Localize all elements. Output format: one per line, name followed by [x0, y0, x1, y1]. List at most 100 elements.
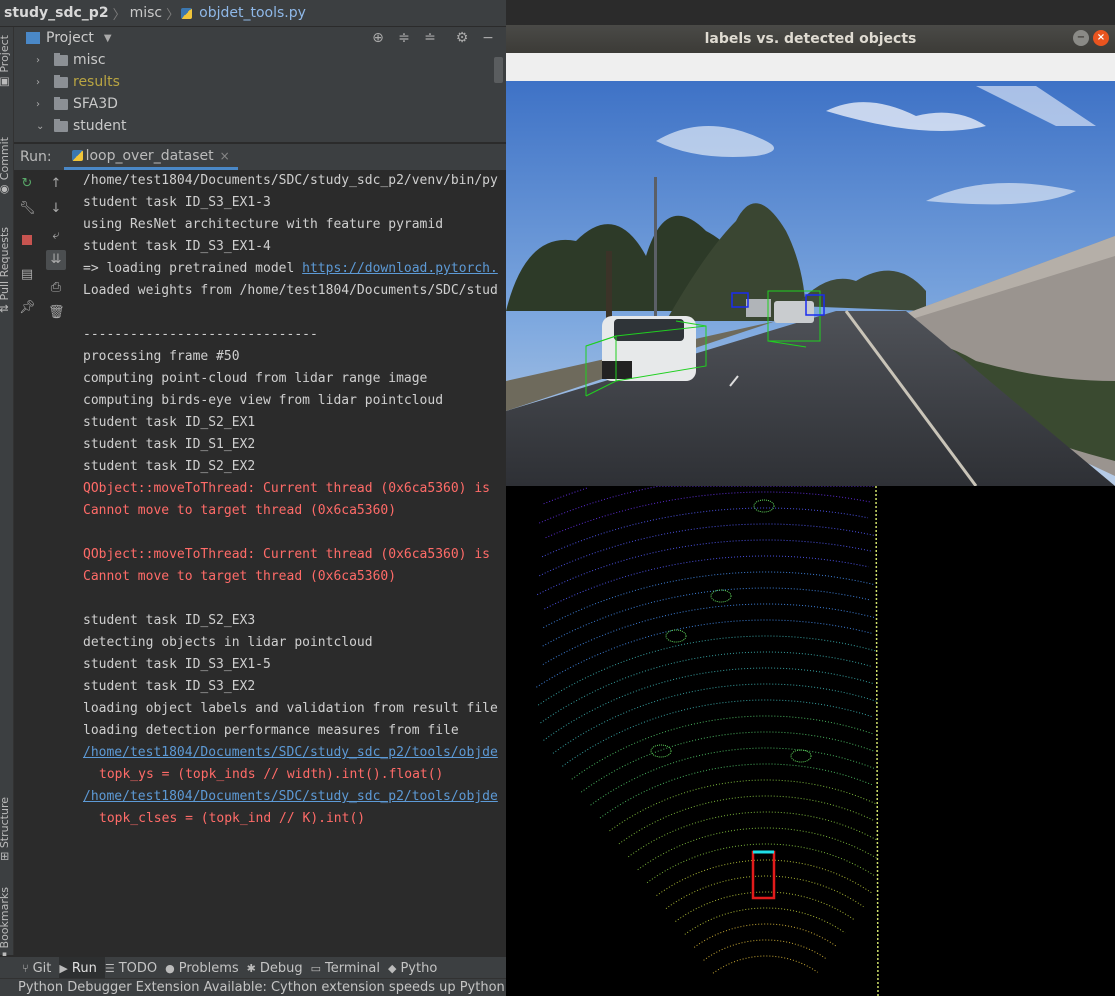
console-line: Cannot move to target thread (0x6ca5360)	[83, 503, 397, 518]
project-panel: Project ▼ ⊕ ≑ ≐ ⚙ − › misc › results › SFA3D ⌄…	[14, 27, 506, 142]
terminal-icon: ▭	[310, 961, 322, 975]
tab-label: Git	[32, 960, 52, 976]
expand-all-icon[interactable]: ≑	[396, 30, 412, 46]
console-line: student task ID_S3_EX2	[83, 679, 256, 694]
folder-icon	[54, 74, 68, 88]
run-icon: ▶	[59, 961, 68, 975]
console-output[interactable]: /home/test1804/Documents/SDC/study_sdc_p…	[70, 170, 506, 956]
arrow-down-icon[interactable]: ↓	[48, 201, 64, 217]
console-line: Loaded weights from /home/test1804/Docum…	[83, 283, 498, 298]
console-line: student task ID_S3_EX1-3	[83, 195, 271, 210]
breadcrumb: study_sdc_p2 〉 misc 〉 objdet_tools.py	[0, 0, 506, 27]
pin-icon[interactable]: 📌︎	[19, 300, 36, 316]
window-titlebar[interactable]: labels vs. detected objects − ×	[506, 25, 1115, 53]
tab-loop-over-dataset[interactable]: loop_over_dataset ×	[63, 144, 238, 170]
close-icon[interactable]: ×	[1093, 30, 1109, 46]
project-view-icon	[26, 32, 40, 44]
console-line: student task ID_S2_EX2	[83, 459, 256, 474]
breadcrumb-folder[interactable]: misc	[126, 5, 167, 21]
tab-terminal[interactable]: ▭ Terminal	[311, 957, 388, 979]
console-line: using ResNet architecture with feature p…	[83, 217, 444, 232]
print-icon[interactable]: ⎙	[48, 280, 64, 296]
tab-problems[interactable]: ● Problems	[165, 957, 247, 979]
console-line: computing birds-eye view from lidar poin…	[83, 393, 444, 408]
folder-icon	[54, 52, 68, 66]
bookmarks-tool-tab[interactable]: ❚ Bookmarks	[0, 887, 11, 965]
todo-icon: ☰	[104, 961, 115, 975]
console-line: student task ID_S3_EX1-5	[83, 657, 271, 672]
python-icon	[71, 150, 83, 161]
console-line: student task ID_S2_EX1	[83, 415, 256, 430]
chevron-down-icon[interactable]: ⌄	[36, 121, 46, 132]
tab-todo[interactable]: ☰ TODO	[105, 957, 165, 979]
opencv-window: labels vs. detected objects − ×	[506, 25, 1115, 996]
tab-run[interactable]: ▶ Run	[59, 957, 105, 979]
camera-image	[506, 81, 1115, 486]
tab-label: Terminal	[325, 960, 380, 976]
project-view-selector[interactable]: Project	[46, 30, 94, 46]
git-icon: ⑂	[22, 961, 29, 975]
breadcrumb-separator: 〉	[112, 7, 126, 23]
left-tool-strip: ▣ Project ◉ Commit ⇅ Pull Requests ⊞ Str…	[0, 27, 14, 965]
console-line: loading object labels and validation fro…	[83, 701, 498, 716]
commit-tool-tab[interactable]: ◉ Commit	[0, 137, 11, 197]
tab-pytho[interactable]: ◆ Pytho	[388, 957, 445, 979]
chevron-down-icon[interactable]: ▼	[104, 33, 112, 44]
birds-eye-view	[506, 486, 1115, 996]
console-line: Cannot move to target thread (0x6ca5360)	[83, 569, 397, 584]
tree-scrollbar[interactable]	[494, 57, 503, 83]
run-label: Run:	[20, 149, 52, 165]
console-line: student task ID_S2_EX3	[83, 613, 256, 628]
console-line: loading detection performance measures f…	[83, 723, 459, 738]
soft-wrap-icon[interactable]: ⤶	[48, 228, 64, 244]
console-line: student task ID_S1_EX2	[83, 437, 256, 452]
tree-item-sfa3d[interactable]: › SFA3D	[14, 93, 506, 115]
tree-item-label: student	[73, 118, 127, 134]
console-line[interactable]: /home/test1804/Documents/SDC/study_sdc_p…	[83, 742, 498, 764]
chevron-right-icon[interactable]: ›	[36, 55, 46, 66]
rerun-icon[interactable]: ↻	[19, 176, 35, 192]
debug-icon: ✱	[246, 961, 256, 975]
project-tool-tab[interactable]: ▣ Project	[0, 35, 11, 89]
trash-icon[interactable]: 🗑︎	[48, 305, 65, 321]
project-panel-header: Project ▼ ⊕ ≑ ≐ ⚙ −	[14, 27, 506, 49]
console-line: QObject::moveToThread: Current thread (0…	[83, 481, 490, 496]
locate-icon[interactable]: ⊕	[370, 30, 386, 46]
tree-item-label: results	[73, 74, 120, 90]
layout-icon[interactable]: ▤	[19, 267, 35, 283]
structure-tool-tab[interactable]: ⊞ Structure	[0, 797, 11, 861]
tab-debug[interactable]: ✱ Debug	[247, 957, 311, 979]
console-line: student task ID_S3_EX1-4	[83, 239, 271, 254]
model-url-link[interactable]: https://download.pytorch.	[302, 261, 498, 276]
chevron-right-icon[interactable]: ›	[36, 77, 46, 88]
breadcrumb-project[interactable]: study_sdc_p2	[0, 5, 113, 21]
console-line: processing frame #50	[83, 349, 240, 364]
tree-item-results[interactable]: › results	[14, 71, 506, 93]
hide-icon[interactable]: −	[480, 30, 496, 46]
collapse-all-icon[interactable]: ≐	[422, 30, 438, 46]
console-line: detecting objects in lidar pointcloud	[83, 635, 373, 650]
status-bar[interactable]: Python Debugger Extension Available: Cyt…	[0, 978, 506, 996]
python-file-icon	[181, 7, 193, 19]
tree-item-student[interactable]: ⌄ student	[14, 115, 506, 137]
close-icon[interactable]: ×	[220, 149, 230, 163]
chevron-right-icon[interactable]: ›	[36, 99, 46, 110]
console-line[interactable]: /home/test1804/Documents/SDC/study_sdc_p…	[83, 786, 498, 808]
pull-requests-tool-tab[interactable]: ⇅ Pull Requests	[0, 227, 11, 313]
breadcrumb-file[interactable]: objdet_tools.py	[195, 5, 310, 21]
python-console-icon: ◆	[387, 961, 397, 975]
scroll-to-end-icon[interactable]: ⇊	[46, 250, 66, 270]
tree-item-misc[interactable]: › misc	[14, 49, 506, 71]
window-toolbar	[506, 53, 1115, 81]
gear-icon[interactable]: ⚙	[454, 30, 470, 46]
bottom-tool-tabs: ⑂ Git ▶ Run ☰ TODO ● Problems ✱ Debug ▭ Terminal ◆ Py…	[0, 956, 506, 979]
wrench-icon[interactable]: 🔧︎	[19, 201, 36, 217]
tab-label: Problems	[178, 960, 239, 976]
tab-label: TODO	[118, 960, 158, 976]
minimize-icon[interactable]: −	[1073, 30, 1089, 46]
stop-icon[interactable]	[22, 235, 32, 245]
console-line: topk_clses = (topk_ind // K).int()	[99, 811, 366, 826]
arrow-up-icon[interactable]: ↑	[48, 176, 64, 192]
tab-git[interactable]: ⑂ Git	[0, 957, 59, 979]
console-line: /home/test1804/Documents/SDC/study_sdc_p…	[83, 173, 498, 188]
